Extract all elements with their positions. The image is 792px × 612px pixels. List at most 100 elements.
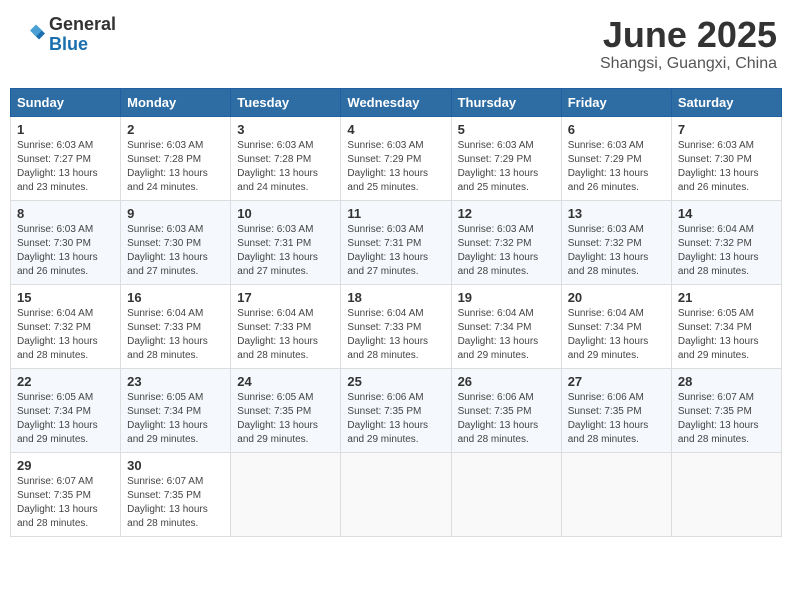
day-info: Sunrise: 6:03 AMSunset: 7:27 PMDaylight:… (17, 140, 98, 193)
day-number: 26 (458, 374, 555, 389)
day-info: Sunrise: 6:05 AMSunset: 7:34 PMDaylight:… (678, 308, 759, 361)
day-info: Sunrise: 6:07 AMSunset: 7:35 PMDaylight:… (17, 476, 98, 529)
day-info: Sunrise: 6:05 AMSunset: 7:35 PMDaylight:… (237, 392, 318, 445)
day-info: Sunrise: 6:03 AMSunset: 7:29 PMDaylight:… (458, 140, 539, 193)
day-info: Sunrise: 6:07 AMSunset: 7:35 PMDaylight:… (678, 392, 759, 445)
calendar-day-cell: 18 Sunrise: 6:04 AMSunset: 7:33 PMDaylig… (341, 284, 451, 368)
day-number: 9 (127, 206, 224, 221)
weekday-header-row: SundayMondayTuesdayWednesdayThursdayFrid… (11, 88, 782, 116)
day-number: 22 (17, 374, 114, 389)
day-info: Sunrise: 6:03 AMSunset: 7:29 PMDaylight:… (347, 140, 428, 193)
day-number: 24 (237, 374, 334, 389)
day-number: 16 (127, 290, 224, 305)
weekday-header: Monday (121, 88, 231, 116)
calendar-day-cell: 21 Sunrise: 6:05 AMSunset: 7:34 PMDaylig… (671, 284, 781, 368)
day-number: 8 (17, 206, 114, 221)
day-number: 27 (568, 374, 665, 389)
calendar-day-cell (671, 452, 781, 536)
day-info: Sunrise: 6:04 AMSunset: 7:34 PMDaylight:… (568, 308, 649, 361)
day-number: 15 (17, 290, 114, 305)
weekday-header: Wednesday (341, 88, 451, 116)
day-info: Sunrise: 6:03 AMSunset: 7:29 PMDaylight:… (568, 140, 649, 193)
calendar-day-cell: 6 Sunrise: 6:03 AMSunset: 7:29 PMDayligh… (561, 116, 671, 200)
day-number: 25 (347, 374, 444, 389)
calendar-week-row: 1 Sunrise: 6:03 AMSunset: 7:27 PMDayligh… (11, 116, 782, 200)
day-number: 5 (458, 122, 555, 137)
calendar-day-cell: 23 Sunrise: 6:05 AMSunset: 7:34 PMDaylig… (121, 368, 231, 452)
day-info: Sunrise: 6:04 AMSunset: 7:32 PMDaylight:… (678, 224, 759, 277)
location-text: Shangsi, Guangxi, China (600, 55, 777, 73)
day-info: Sunrise: 6:05 AMSunset: 7:34 PMDaylight:… (127, 392, 208, 445)
day-number: 29 (17, 458, 114, 473)
calendar-day-cell: 22 Sunrise: 6:05 AMSunset: 7:34 PMDaylig… (11, 368, 121, 452)
calendar-day-cell: 4 Sunrise: 6:03 AMSunset: 7:29 PMDayligh… (341, 116, 451, 200)
calendar-day-cell: 15 Sunrise: 6:04 AMSunset: 7:32 PMDaylig… (11, 284, 121, 368)
calendar-day-cell (341, 452, 451, 536)
day-number: 30 (127, 458, 224, 473)
calendar-day-cell: 29 Sunrise: 6:07 AMSunset: 7:35 PMDaylig… (11, 452, 121, 536)
day-info: Sunrise: 6:04 AMSunset: 7:34 PMDaylight:… (458, 308, 539, 361)
day-info: Sunrise: 6:03 AMSunset: 7:28 PMDaylight:… (127, 140, 208, 193)
calendar-day-cell: 14 Sunrise: 6:04 AMSunset: 7:32 PMDaylig… (671, 200, 781, 284)
day-number: 1 (17, 122, 114, 137)
calendar-day-cell: 8 Sunrise: 6:03 AMSunset: 7:30 PMDayligh… (11, 200, 121, 284)
calendar-day-cell (451, 452, 561, 536)
calendar-day-cell: 17 Sunrise: 6:04 AMSunset: 7:33 PMDaylig… (231, 284, 341, 368)
day-info: Sunrise: 6:03 AMSunset: 7:30 PMDaylight:… (678, 140, 759, 193)
day-number: 6 (568, 122, 665, 137)
day-info: Sunrise: 6:04 AMSunset: 7:33 PMDaylight:… (127, 308, 208, 361)
calendar-day-cell: 16 Sunrise: 6:04 AMSunset: 7:33 PMDaylig… (121, 284, 231, 368)
calendar-day-cell: 3 Sunrise: 6:03 AMSunset: 7:28 PMDayligh… (231, 116, 341, 200)
month-title: June 2025 (600, 15, 777, 55)
logo-icon (15, 20, 45, 50)
day-info: Sunrise: 6:06 AMSunset: 7:35 PMDaylight:… (568, 392, 649, 445)
calendar-day-cell: 28 Sunrise: 6:07 AMSunset: 7:35 PMDaylig… (671, 368, 781, 452)
day-info: Sunrise: 6:04 AMSunset: 7:33 PMDaylight:… (237, 308, 318, 361)
weekday-header: Tuesday (231, 88, 341, 116)
day-info: Sunrise: 6:07 AMSunset: 7:35 PMDaylight:… (127, 476, 208, 529)
day-number: 18 (347, 290, 444, 305)
day-number: 13 (568, 206, 665, 221)
day-number: 20 (568, 290, 665, 305)
calendar-day-cell: 27 Sunrise: 6:06 AMSunset: 7:35 PMDaylig… (561, 368, 671, 452)
day-info: Sunrise: 6:03 AMSunset: 7:30 PMDaylight:… (127, 224, 208, 277)
day-number: 3 (237, 122, 334, 137)
calendar-day-cell: 1 Sunrise: 6:03 AMSunset: 7:27 PMDayligh… (11, 116, 121, 200)
day-info: Sunrise: 6:03 AMSunset: 7:32 PMDaylight:… (458, 224, 539, 277)
day-info: Sunrise: 6:04 AMSunset: 7:33 PMDaylight:… (347, 308, 428, 361)
calendar-day-cell: 26 Sunrise: 6:06 AMSunset: 7:35 PMDaylig… (451, 368, 561, 452)
day-number: 7 (678, 122, 775, 137)
day-info: Sunrise: 6:03 AMSunset: 7:31 PMDaylight:… (347, 224, 428, 277)
day-info: Sunrise: 6:05 AMSunset: 7:34 PMDaylight:… (17, 392, 98, 445)
day-info: Sunrise: 6:06 AMSunset: 7:35 PMDaylight:… (347, 392, 428, 445)
calendar-day-cell: 11 Sunrise: 6:03 AMSunset: 7:31 PMDaylig… (341, 200, 451, 284)
day-info: Sunrise: 6:04 AMSunset: 7:32 PMDaylight:… (17, 308, 98, 361)
day-number: 10 (237, 206, 334, 221)
day-info: Sunrise: 6:03 AMSunset: 7:30 PMDaylight:… (17, 224, 98, 277)
day-number: 17 (237, 290, 334, 305)
day-number: 11 (347, 206, 444, 221)
calendar-day-cell: 10 Sunrise: 6:03 AMSunset: 7:31 PMDaylig… (231, 200, 341, 284)
calendar-week-row: 29 Sunrise: 6:07 AMSunset: 7:35 PMDaylig… (11, 452, 782, 536)
calendar-week-row: 8 Sunrise: 6:03 AMSunset: 7:30 PMDayligh… (11, 200, 782, 284)
calendar-day-cell (231, 452, 341, 536)
day-number: 28 (678, 374, 775, 389)
day-number: 14 (678, 206, 775, 221)
logo: General Blue (15, 15, 116, 55)
calendar-table: SundayMondayTuesdayWednesdayThursdayFrid… (10, 88, 782, 537)
calendar-day-cell: 24 Sunrise: 6:05 AMSunset: 7:35 PMDaylig… (231, 368, 341, 452)
day-number: 12 (458, 206, 555, 221)
day-info: Sunrise: 6:03 AMSunset: 7:28 PMDaylight:… (237, 140, 318, 193)
calendar-day-cell: 20 Sunrise: 6:04 AMSunset: 7:34 PMDaylig… (561, 284, 671, 368)
weekday-header: Sunday (11, 88, 121, 116)
day-number: 2 (127, 122, 224, 137)
weekday-header: Thursday (451, 88, 561, 116)
logo-general-text: General (49, 15, 116, 35)
calendar-day-cell: 25 Sunrise: 6:06 AMSunset: 7:35 PMDaylig… (341, 368, 451, 452)
calendar-day-cell: 30 Sunrise: 6:07 AMSunset: 7:35 PMDaylig… (121, 452, 231, 536)
day-number: 23 (127, 374, 224, 389)
calendar-day-cell: 2 Sunrise: 6:03 AMSunset: 7:28 PMDayligh… (121, 116, 231, 200)
day-info: Sunrise: 6:06 AMSunset: 7:35 PMDaylight:… (458, 392, 539, 445)
calendar-week-row: 22 Sunrise: 6:05 AMSunset: 7:34 PMDaylig… (11, 368, 782, 452)
calendar-day-cell: 9 Sunrise: 6:03 AMSunset: 7:30 PMDayligh… (121, 200, 231, 284)
